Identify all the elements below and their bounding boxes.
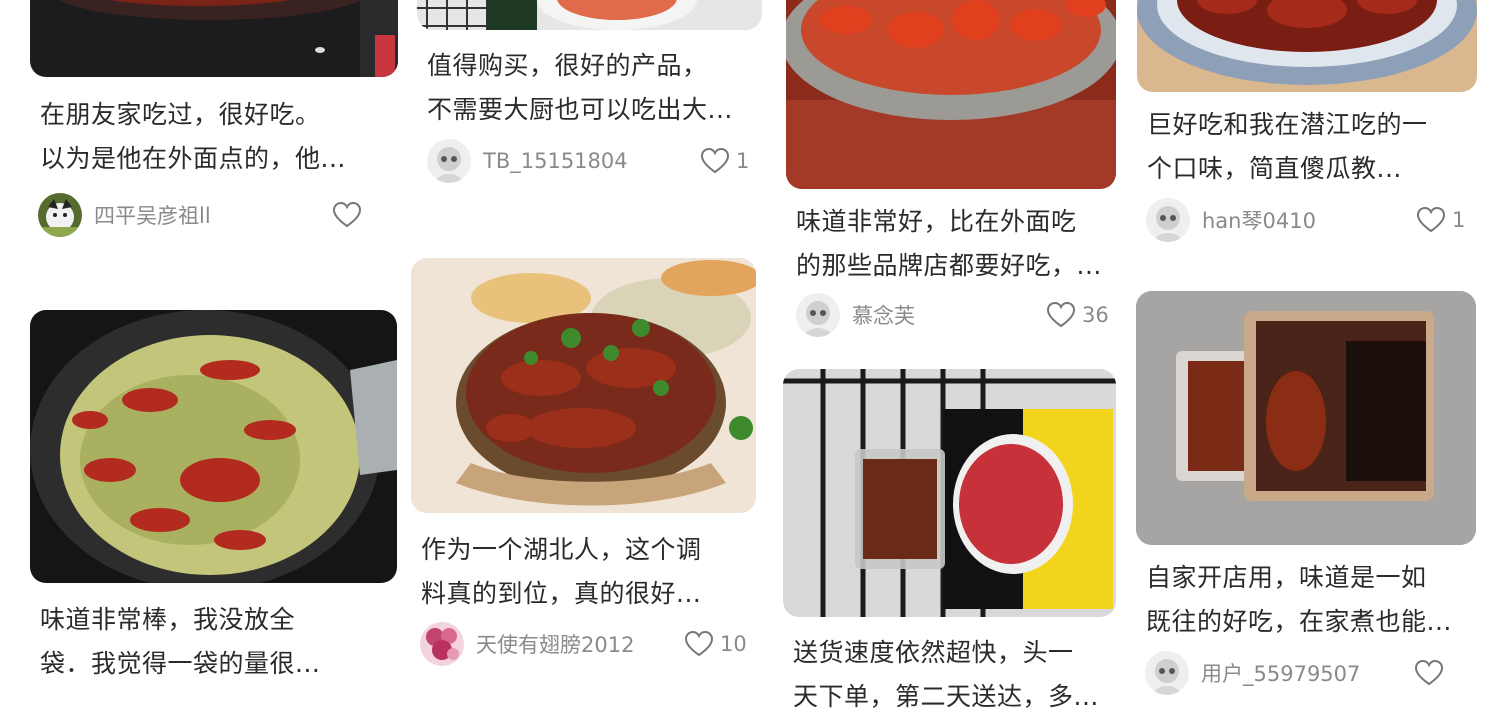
post-photo-crayfish-bowl[interactable] [411,258,756,513]
post-author[interactable]: TB_15151804 [427,138,628,184]
avatar [796,293,840,337]
heart-icon [1046,301,1076,328]
description-line: 在朋友家吃过，很好吃。 [40,100,321,129]
author-name: 用户_55979507 [1201,662,1361,686]
post-description[interactable]: 巨好吃和我在潜江吃的一 个口味，简直傻瓜教... [1147,103,1428,191]
description-line: 值得购买，很好的产品， [427,51,708,80]
post-photo-seasoning-packets[interactable] [783,369,1116,617]
author-name: han琴0410 [1202,209,1316,233]
like-count: 10 [720,632,747,656]
heart-icon [684,630,714,657]
post-description[interactable]: 自家开店用，味道是一如 既往的好吃，在家煮也能... [1146,556,1452,644]
description-line: 巨好吃和我在潜江吃的一 [1147,110,1428,139]
heart-icon [1416,206,1446,233]
like-button[interactable] [332,192,368,238]
post-description[interactable]: 在朋友家吃过，很好吃。 以为是他在外面点的，他... [40,93,346,181]
avatar [38,193,82,237]
like-count: 36 [1082,303,1109,327]
post-author[interactable]: 四平吴彦祖ll [38,192,211,238]
description-line: 袋．我觉得一袋的量很... [40,649,321,678]
post-description[interactable]: 味道非常棒，我没放全 袋．我觉得一袋的量很... [40,598,320,686]
description-line: 作为一个湖北人，这个调 [421,535,702,564]
post-author[interactable]: 慕念芙 [796,292,915,338]
like-count: 1 [1452,208,1466,232]
post-photo-crayfish-dish[interactable] [1137,0,1477,92]
post-photo-crayfish-pot[interactable] [30,0,398,77]
description-line: 以为是他在外面点的，他... [40,144,346,173]
author-name: 天使有翅膀2012 [476,633,635,657]
description-line: 个口味，简直傻瓜教... [1147,154,1402,183]
post-author[interactable]: 天使有翅膀2012 [420,621,634,667]
post-photo-crayfish-plate[interactable] [786,0,1116,189]
author-name: 慕念芙 [852,304,915,328]
post-description[interactable]: 味道非常好，比在外面吃 的那些品牌店都要好吃，... [796,200,1102,288]
description-line: 既往的好吃，在家煮也能... [1146,607,1452,636]
heart-icon [332,201,362,228]
avatar [420,622,464,666]
post-photo-table-dish[interactable] [417,0,762,30]
author-name: 四平吴彦祖ll [94,204,211,228]
description-line: 料真的到位，真的很好... [421,579,702,608]
description-line: 送货速度依然超快，头一 [793,638,1074,667]
like-button[interactable] [1414,650,1450,696]
post-description[interactable]: 送货速度依然超快，头一 天下单，第二天送达，多... [793,631,1099,719]
like-count: 1 [736,149,750,173]
like-button[interactable]: 10 [684,621,747,667]
post-description[interactable]: 作为一个湖北人，这个调 料真的到位，真的很好... [421,528,702,616]
description-line: 的那些品牌店都要好吃，... [796,251,1102,280]
heart-icon [700,147,730,174]
post-author[interactable]: 用户_55979507 [1145,650,1360,696]
avatar [1145,651,1189,695]
description-line: 味道非常好，比在外面吃 [796,207,1077,236]
description-line: 天下单，第二天送达，多... [793,682,1099,711]
post-author[interactable]: han琴0410 [1146,197,1316,243]
like-button[interactable]: 1 [1416,197,1465,243]
post-photo-spice-bags[interactable] [1136,291,1476,545]
like-button[interactable]: 36 [1046,292,1109,338]
post-photo-crayfish-wok[interactable] [30,310,397,583]
avatar [427,139,471,183]
post-description[interactable]: 值得购买，很好的产品， 不需要大厨也可以吃出大... [427,44,733,132]
like-button[interactable]: 1 [700,138,749,184]
author-name: TB_15151804 [483,149,628,173]
description-line: 自家开店用，味道是一如 [1146,563,1427,592]
description-line: 不需要大厨也可以吃出大... [427,95,733,124]
heart-icon [1414,659,1444,686]
avatar [1146,198,1190,242]
description-line: 味道非常棒，我没放全 [40,605,296,634]
